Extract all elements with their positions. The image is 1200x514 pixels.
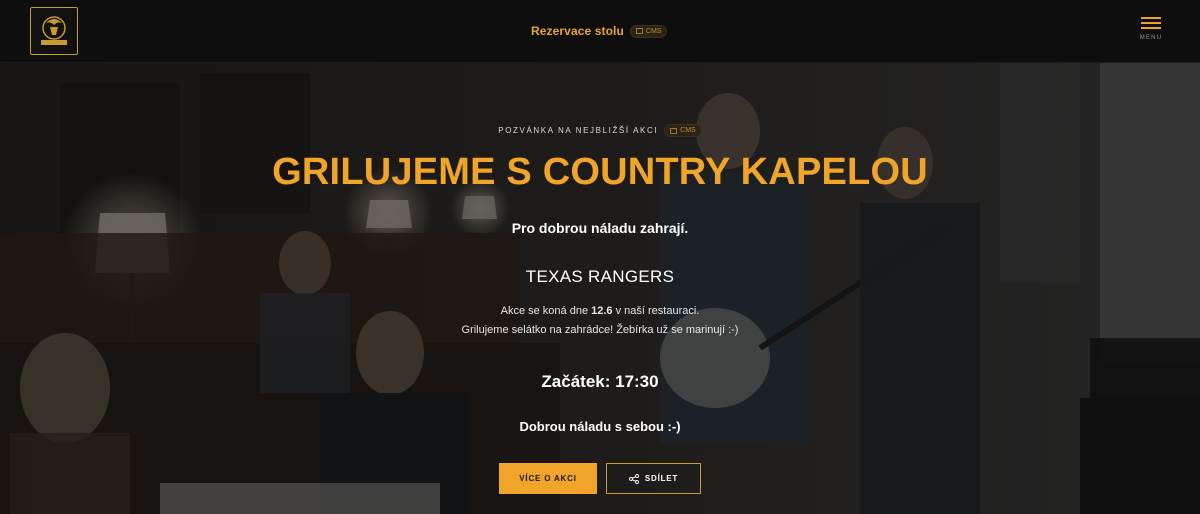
hero-content: POZVÁNKA NA NEJBLIŽŠÍ AKCI CMS GRILUJEME… <box>0 63 1200 514</box>
event-title: GRILUJEME S COUNTRY KAPELOU <box>272 151 928 193</box>
info-suffix: v naší restauraci. <box>612 305 700 317</box>
reservation-link[interactable]: Rezervace stolu <box>531 24 624 38</box>
site-header: Rezervace stolu CMS MENU <box>0 0 1200 63</box>
share-icon <box>628 473 639 484</box>
menu-label: MENU <box>1139 35 1163 41</box>
band-name: TEXAS RANGERS <box>525 267 675 286</box>
eyebrow-cms-badge[interactable]: CMS <box>664 124 702 137</box>
eyebrow-text: POZVÁNKA NA NEJBLIŽŠÍ AKCI <box>498 126 659 135</box>
event-date: 12.6 <box>591 305 613 317</box>
cms-badge[interactable]: CMS <box>629 24 668 38</box>
edit-icon <box>635 28 643 34</box>
start-time: Začátek: 17:30 <box>541 372 659 391</box>
cms-badge-label: CMS <box>645 27 662 35</box>
share-label: SDÍLET <box>644 474 679 483</box>
info-prefix: Akce se koná dne <box>500 305 592 317</box>
event-lead: Pro dobrou náladu zahrají. <box>511 220 689 236</box>
more-about-event-button[interactable]: VÍCE O AKCI <box>499 463 597 494</box>
edit-icon <box>670 127 678 134</box>
event-info-line1: Akce se koná dne 12.6 v naší restauraci. <box>0 305 1200 317</box>
bull-logo-icon <box>41 16 67 45</box>
hero-section: POZVÁNKA NA NEJBLIŽŠÍ AKCI CMS GRILUJEME… <box>0 63 1200 514</box>
closing-text: Dobrou náladu s sebou :-) <box>519 419 681 434</box>
share-button[interactable]: SDÍLET <box>606 463 701 494</box>
eyebrow-cms-label: CMS <box>680 127 696 134</box>
nav-center: Rezervace stolu CMS <box>531 23 668 39</box>
menu-button[interactable]: MENU <box>1136 15 1166 45</box>
logo[interactable] <box>30 7 78 55</box>
hamburger-icon <box>1141 17 1161 32</box>
event-info-line2: Grilujeme selátko na zahrádce! Žebírka u… <box>461 324 739 336</box>
eyebrow-row: POZVÁNKA NA NEJBLIŽŠÍ AKCI CMS <box>0 124 1200 137</box>
